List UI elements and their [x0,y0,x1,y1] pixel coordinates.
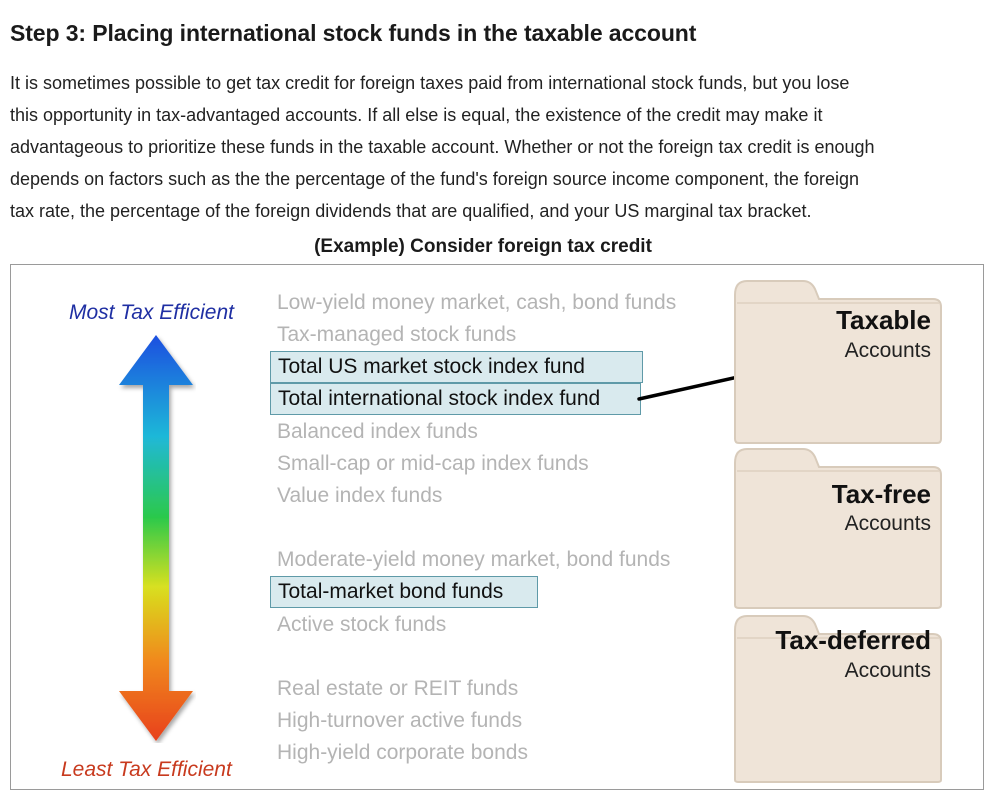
fund-item: Value index funds [277,484,443,507]
paragraph-line: It is sometimes possible to get tax cred… [10,73,850,93]
folder-subtitle: Accounts [844,512,931,535]
section-heading: Step 3: Placing international stock fund… [10,20,697,46]
fund-item: Balanced index funds [277,420,478,443]
fund-item: Active stock funds [277,613,447,636]
fund-item: Low-yield money market, cash, bond funds [277,291,677,314]
efficiency-scale-arrow-icon [119,335,193,741]
fund-item: Moderate-yield money market, bond funds [277,548,671,571]
fund-item: High-yield corporate bonds [277,741,528,764]
fund-item: Tax-managed stock funds [277,323,517,346]
fund-item-highlighted: Total US market stock index fund [270,351,643,383]
folder-title: Tax-free [831,479,931,509]
tax-efficiency-figure: Most Tax Efficient Least Tax Efficient L… [10,264,984,790]
paragraph-line: depends on factors such as the the perce… [10,169,859,189]
intro-paragraph: It is sometimes possible to get tax cred… [10,67,985,227]
paragraph-line: this opportunity in tax-advantaged accou… [10,105,823,125]
folder-subtitle: Accounts [844,339,931,362]
most-efficient-label: Most Tax Efficient [69,301,234,324]
fund-item-highlighted: Total-market bond funds [270,576,538,608]
fund-item: High-turnover active funds [277,709,523,732]
paragraph-line: advantageous to prioritize these funds i… [10,137,875,157]
paragraph-line: tax rate, the percentage of the foreign … [10,201,812,221]
fund-item: Small-cap or mid-cap index funds [277,452,589,475]
fund-item: Real estate or REIT funds [277,677,519,700]
figure-caption: (Example) Consider foreign tax credit [314,236,652,257]
fund-item-highlighted: Total international stock index fund [270,383,641,415]
least-efficient-label: Least Tax Efficient [61,758,232,781]
folder-subtitle: Accounts [844,659,931,682]
folder-title: Tax-deferred [775,625,931,655]
folder-title: Taxable [836,305,931,335]
